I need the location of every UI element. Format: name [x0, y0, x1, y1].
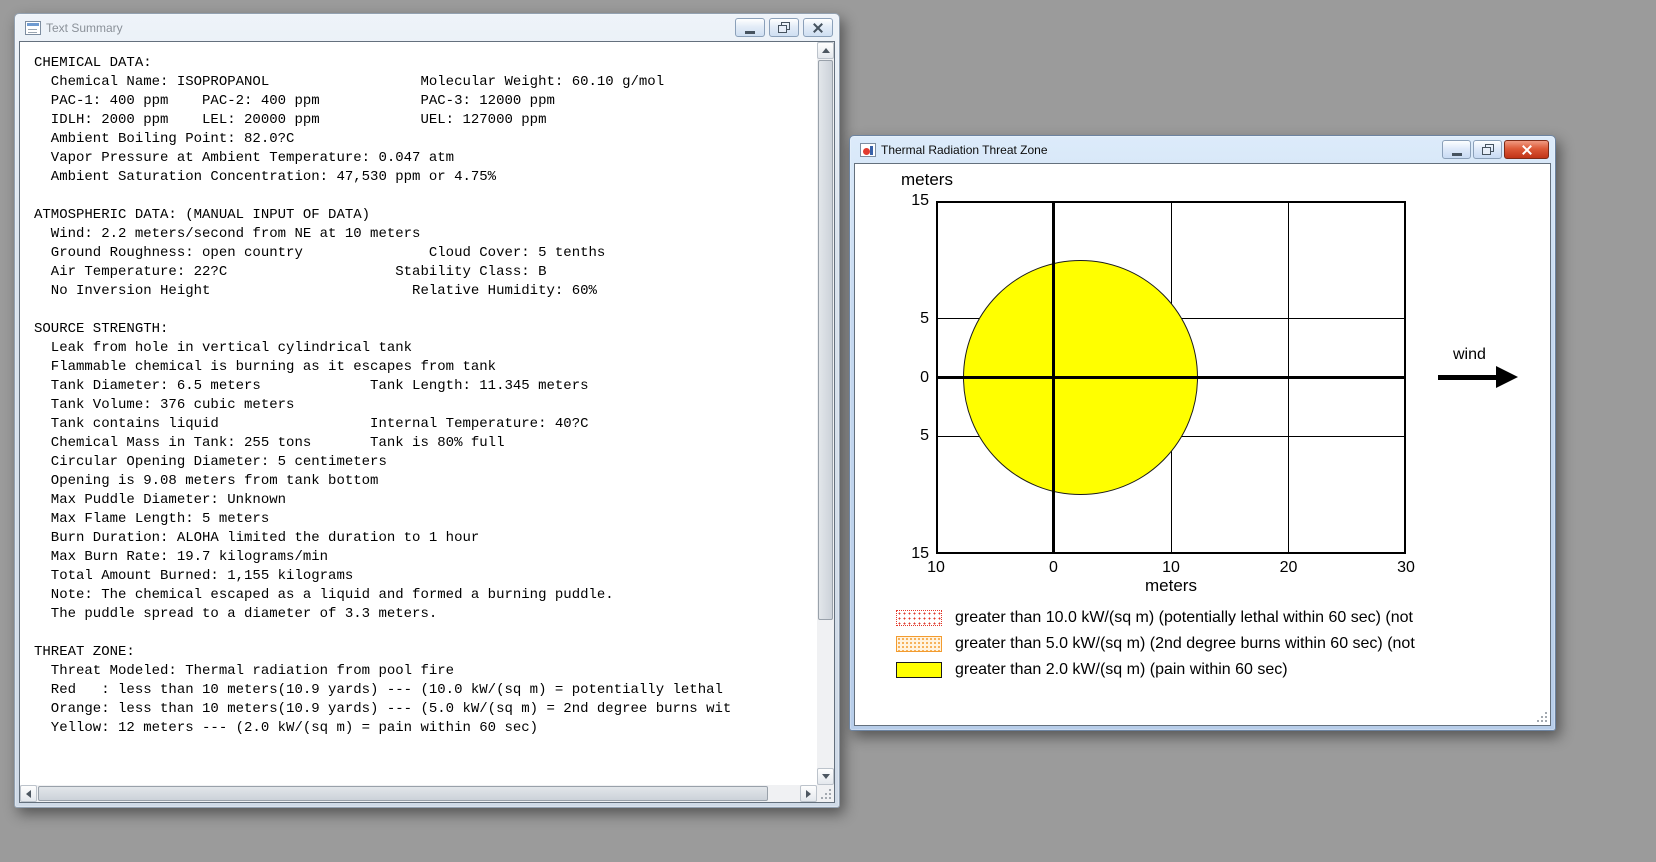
- horizontal-scrollbar[interactable]: [20, 785, 817, 802]
- legend-label: greater than 5.0 kW/(sq m) (2nd degree b…: [955, 635, 1415, 652]
- legend: greater than 10.0 kW/(sq m) (potentially…: [896, 605, 1415, 683]
- close-button[interactable]: [1504, 140, 1549, 159]
- legend-label: greater than 2.0 kW/(sq m) (pain within …: [955, 661, 1288, 678]
- arrow-up-icon: [821, 48, 830, 53]
- legend-swatch-yellow-solid: [896, 662, 942, 678]
- restore-button[interactable]: [1473, 140, 1502, 159]
- legend-row: greater than 5.0 kW/(sq m) (2nd degree b…: [896, 631, 1415, 657]
- legend-row: greater than 2.0 kW/(sq m) (pain within …: [896, 657, 1415, 683]
- text-summary-window: Text Summary CHEMICAL DATA: Chemical Nam…: [14, 13, 840, 808]
- arrow-down-icon: [821, 774, 830, 779]
- minimize-button[interactable]: [1442, 140, 1471, 159]
- arrow-right-icon: [806, 789, 811, 798]
- restore-icon: [778, 22, 790, 33]
- resize-grip[interactable]: [817, 785, 834, 802]
- x-axis-line: [936, 376, 1406, 379]
- scroll-right-button[interactable]: [800, 785, 817, 802]
- legend-swatch-orange-dotted: [896, 636, 942, 652]
- scroll-up-button[interactable]: [817, 42, 834, 59]
- summary-text: CHEMICAL DATA: Chemical Name: ISOPROPANO…: [34, 55, 732, 736]
- minimize-icon: [745, 30, 755, 34]
- minimize-button[interactable]: [735, 18, 765, 37]
- y-tick-label: 5: [920, 309, 929, 327]
- threat-zone-window-title: Thermal Radiation Threat Zone: [881, 142, 1048, 157]
- x-tick-label: 20: [1279, 559, 1298, 576]
- horizontal-scroll-thumb[interactable]: [38, 786, 768, 801]
- restore-button[interactable]: [769, 18, 799, 37]
- text-summary-titlebar[interactable]: Text Summary: [19, 14, 835, 41]
- y-axis-title: meters: [901, 170, 953, 189]
- wind-label: wind: [1453, 346, 1486, 363]
- wind-arrow-head: [1496, 366, 1518, 388]
- close-button[interactable]: [803, 18, 833, 37]
- x-tick-label: 30: [1397, 559, 1415, 576]
- arrow-left-icon: [26, 789, 31, 798]
- text-summary-window-icon[interactable]: [25, 20, 41, 35]
- threat-zone-window: Thermal Radiation Threat Zone meters met…: [849, 135, 1556, 731]
- close-icon: [812, 22, 824, 34]
- y-tick-label: 5: [920, 427, 929, 445]
- threat-zone-titlebar[interactable]: Thermal Radiation Threat Zone: [854, 136, 1551, 163]
- y-tick-label: 15: [911, 545, 929, 562]
- caption-buttons: [735, 18, 833, 37]
- desktop: { "desktop": { "background_color": "#9b9…: [0, 0, 1656, 862]
- y-tick-label: 0: [920, 368, 929, 386]
- minimize-icon: [1451, 152, 1462, 156]
- scroll-left-button[interactable]: [20, 785, 37, 802]
- restore-icon: [1481, 144, 1494, 155]
- scroll-down-button[interactable]: [817, 768, 834, 785]
- wind-arrow-icon: [1438, 364, 1523, 391]
- text-summary-content: CHEMICAL DATA: Chemical Name: ISOPROPANO…: [19, 41, 835, 803]
- threat-zone-content: meters meters wind greater than 10.0 kW/…: [854, 163, 1551, 726]
- y-tick-label: 15: [911, 192, 929, 209]
- threat-zone-window-icon[interactable]: [860, 142, 876, 157]
- resize-grip[interactable]: [1533, 708, 1550, 725]
- x-axis-title: meters: [1145, 576, 1197, 595]
- legend-label: greater than 10.0 kW/(sq m) (potentially…: [955, 609, 1413, 626]
- legend-row: greater than 10.0 kW/(sq m) (potentially…: [896, 605, 1415, 631]
- close-icon: [1521, 144, 1533, 156]
- x-tick-label: 0: [1049, 559, 1058, 576]
- vertical-scrollbar[interactable]: [817, 42, 834, 785]
- caption-buttons: [1442, 140, 1549, 159]
- text-summary-window-title: Text Summary: [46, 20, 123, 35]
- x-tick-label: 10: [1162, 559, 1180, 576]
- y-axis-line: [1052, 201, 1055, 554]
- threat-chart: meters meters wind greater than 10.0 kW/…: [855, 164, 1550, 725]
- legend-swatch-red-dotted: [896, 610, 942, 626]
- wind-arrow-shaft: [1438, 375, 1498, 380]
- vertical-scroll-thumb[interactable]: [818, 60, 833, 620]
